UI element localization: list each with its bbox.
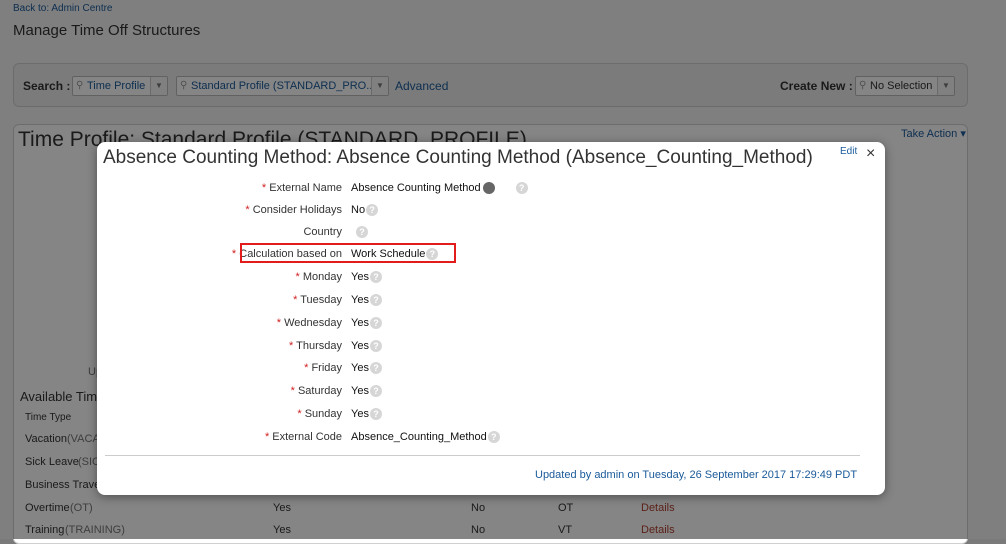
help-icon[interactable]: ?	[369, 340, 382, 353]
field-value: Yes?	[351, 340, 382, 353]
required-marker: *	[276, 317, 285, 329]
field-label-text: Tuesday	[300, 294, 342, 306]
field-label-text: Wednesday	[284, 317, 342, 329]
field-value: Yes?	[351, 317, 382, 330]
help-icon[interactable]: ?	[515, 182, 528, 195]
field-value: No?	[351, 204, 379, 217]
field-row: * Thursday Yes?	[97, 340, 885, 358]
field-row: * Tuesday Yes?	[97, 294, 885, 312]
field-value: Yes?	[351, 408, 382, 421]
field-value: Yes?	[351, 271, 382, 284]
field-label-text: Friday	[311, 362, 342, 374]
field-label-text: Consider Holidays	[252, 204, 342, 216]
field-value: Absence_Counting_Method?	[351, 431, 500, 444]
field-value-text: Yes	[351, 294, 369, 306]
help-icon[interactable]: ?	[356, 226, 368, 239]
field-value: Yes?	[351, 385, 382, 398]
help-icon[interactable]: ?	[369, 271, 382, 284]
field-row: * External Code Absence_Counting_Method?	[97, 431, 885, 449]
field-label: * Thursday	[289, 340, 342, 352]
field-label: * External Code	[265, 431, 342, 443]
help-icon[interactable]: ?	[369, 362, 382, 375]
help-icon[interactable]: ?	[366, 204, 379, 217]
field-label: * Sunday	[297, 408, 342, 420]
field-row: * Sunday Yes?	[97, 408, 885, 426]
help-icon[interactable]: ?	[369, 317, 382, 330]
absence-counting-method-dialog: Absence Counting Method: Absence Countin…	[97, 142, 885, 495]
help-icon[interactable]: ?	[369, 294, 382, 307]
field-value-text: Yes	[351, 340, 369, 352]
field-label: * Friday	[304, 362, 342, 374]
field-row: * Saturday Yes?	[97, 385, 885, 403]
required-marker: *	[297, 408, 305, 420]
field-row: * Wednesday Yes?	[97, 317, 885, 335]
field-row: * Calculation based on Work Schedule?	[97, 248, 885, 266]
help-icon[interactable]: ?	[487, 431, 500, 444]
field-value: Yes?	[351, 362, 382, 375]
field-value-text: Yes	[351, 317, 369, 329]
required-marker: *	[290, 385, 298, 397]
close-icon[interactable]: ×	[866, 145, 875, 163]
field-row: * Consider Holidays No?	[97, 204, 885, 222]
field-label: * Wednesday	[277, 317, 342, 329]
field-value-text: Yes	[351, 271, 369, 283]
field-row: Country?	[97, 226, 885, 244]
dialog-title: Absence Counting Method: Absence Countin…	[103, 147, 813, 168]
field-value-text: Yes	[351, 362, 369, 374]
help-icon[interactable]: ?	[369, 408, 382, 421]
field-label-text: External Code	[272, 431, 342, 443]
help-icon[interactable]: ?	[369, 385, 382, 398]
field-value-text: Yes	[351, 385, 369, 397]
field-label: * Saturday	[291, 385, 342, 397]
edit-button[interactable]: Edit	[840, 146, 857, 157]
field-label: * Consider Holidays	[245, 204, 342, 216]
field-value: ?	[351, 226, 368, 239]
field-value: Yes?	[351, 294, 382, 307]
field-label-text: Thursday	[296, 340, 342, 352]
field-label: * External Name	[262, 182, 342, 194]
field-label: * Tuesday	[293, 294, 342, 306]
field-label: * Monday	[296, 271, 342, 283]
field-label-text: External Name	[269, 182, 342, 194]
field-label-text: Sunday	[304, 408, 342, 420]
field-value-text: No	[351, 204, 366, 216]
field-row: * External Name Absence Counting Method?	[97, 182, 885, 200]
divider	[105, 455, 860, 456]
field-label-text: Country	[303, 226, 342, 238]
required-marker: *	[295, 271, 303, 283]
field-label: Country	[303, 226, 342, 238]
field-label-text: Saturday	[297, 385, 342, 397]
field-value-text: Absence Counting Method	[351, 182, 481, 194]
field-row: * Friday Yes?	[97, 362, 885, 380]
required-marker: *	[245, 204, 253, 216]
field-value-text: Absence_Counting_Method	[351, 431, 487, 443]
field-value-text: Yes	[351, 408, 369, 420]
pin-icon[interactable]	[482, 182, 495, 195]
calculation-highlight-box	[240, 243, 456, 263]
field-label-text: Monday	[302, 271, 342, 283]
field-value: Absence Counting Method?	[351, 182, 528, 195]
updated-info: Updated by admin on Tuesday, 26 Septembe…	[535, 469, 858, 481]
field-row: * Monday Yes?	[97, 271, 885, 289]
